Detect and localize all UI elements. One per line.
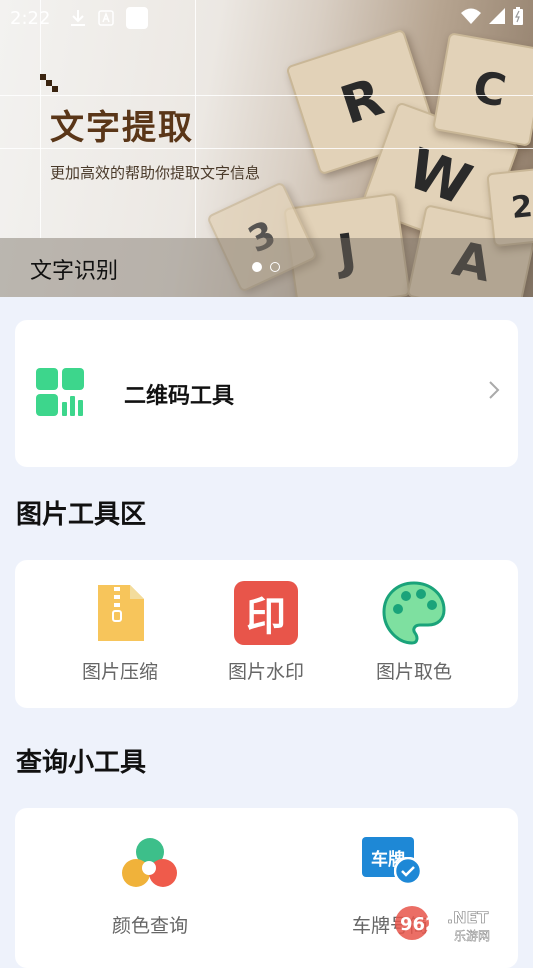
query-tools-card: 颜色查询 车牌 车牌号简 bbox=[15, 808, 518, 968]
status-bar: 2:22 bbox=[0, 0, 533, 36]
banner-subtitle: 更加高效的帮助你提取文字信息 bbox=[50, 164, 261, 182]
image-tools-title: 图片工具区 bbox=[16, 500, 147, 530]
pixel-dots-icon bbox=[40, 74, 58, 92]
watermark-brand: 962 bbox=[400, 914, 438, 935]
status-time: 2:22 bbox=[10, 7, 51, 29]
banner[interactable]: R W J A C 3 2 文字提取 更加高效的帮助你提取文字信息 文字识别 bbox=[0, 0, 533, 297]
image-watermark-label: 图片水印 bbox=[227, 661, 304, 683]
license-plate-icon: 车牌 bbox=[358, 835, 422, 899]
image-color-pick-label: 图片取色 bbox=[375, 661, 452, 683]
stamp-glyph: 印 bbox=[234, 581, 298, 645]
watermark-suffix: .NET bbox=[447, 908, 488, 927]
battery-icon bbox=[513, 7, 523, 25]
color-query-button[interactable]: 颜色查询 bbox=[75, 835, 225, 938]
letter-tile: 2 bbox=[486, 166, 533, 248]
watermark-stamp-icon: 印 bbox=[234, 581, 298, 645]
letter-tile: C bbox=[432, 32, 533, 147]
image-color-pick-button[interactable]: 图片取色 bbox=[339, 581, 489, 684]
wifi-icon bbox=[461, 8, 481, 24]
watermark-logo: 962 .NET 乐游网 bbox=[395, 906, 490, 943]
qr-tool-card[interactable]: 二维码工具 bbox=[15, 320, 518, 467]
watermark-sub: 乐游网 bbox=[454, 929, 490, 943]
color-query-label: 颜色查询 bbox=[111, 915, 188, 937]
carousel-dot[interactable] bbox=[270, 262, 280, 272]
query-tools-title: 查询小工具 bbox=[16, 748, 147, 778]
color-circles-icon bbox=[118, 835, 182, 899]
chevron-right-icon bbox=[489, 381, 500, 399]
signal-icon bbox=[489, 8, 505, 24]
site-watermark: 962 .NET 乐游网 bbox=[392, 903, 527, 943]
banner-title: 文字提取 bbox=[50, 108, 194, 148]
font-a-icon bbox=[98, 10, 114, 26]
download-icon bbox=[71, 10, 85, 26]
carousel-dot-active[interactable] bbox=[252, 262, 262, 272]
image-tools-card: 图片压缩 印 图片水印 图片取色 bbox=[15, 560, 518, 708]
qr-grid-icon bbox=[36, 368, 84, 416]
image-watermark-button[interactable]: 印 图片水印 bbox=[191, 581, 341, 684]
image-compress-label: 图片压缩 bbox=[81, 661, 158, 683]
grid-line bbox=[0, 95, 533, 96]
notification-square-icon bbox=[126, 7, 148, 29]
qr-tool-label: 二维码工具 bbox=[124, 384, 235, 409]
zip-file-icon bbox=[88, 581, 152, 645]
banner-caption: 文字识别 bbox=[30, 259, 119, 284]
palette-icon bbox=[382, 581, 446, 645]
checkmark-badge-icon bbox=[394, 857, 422, 885]
image-compress-button[interactable]: 图片压缩 bbox=[45, 581, 195, 684]
